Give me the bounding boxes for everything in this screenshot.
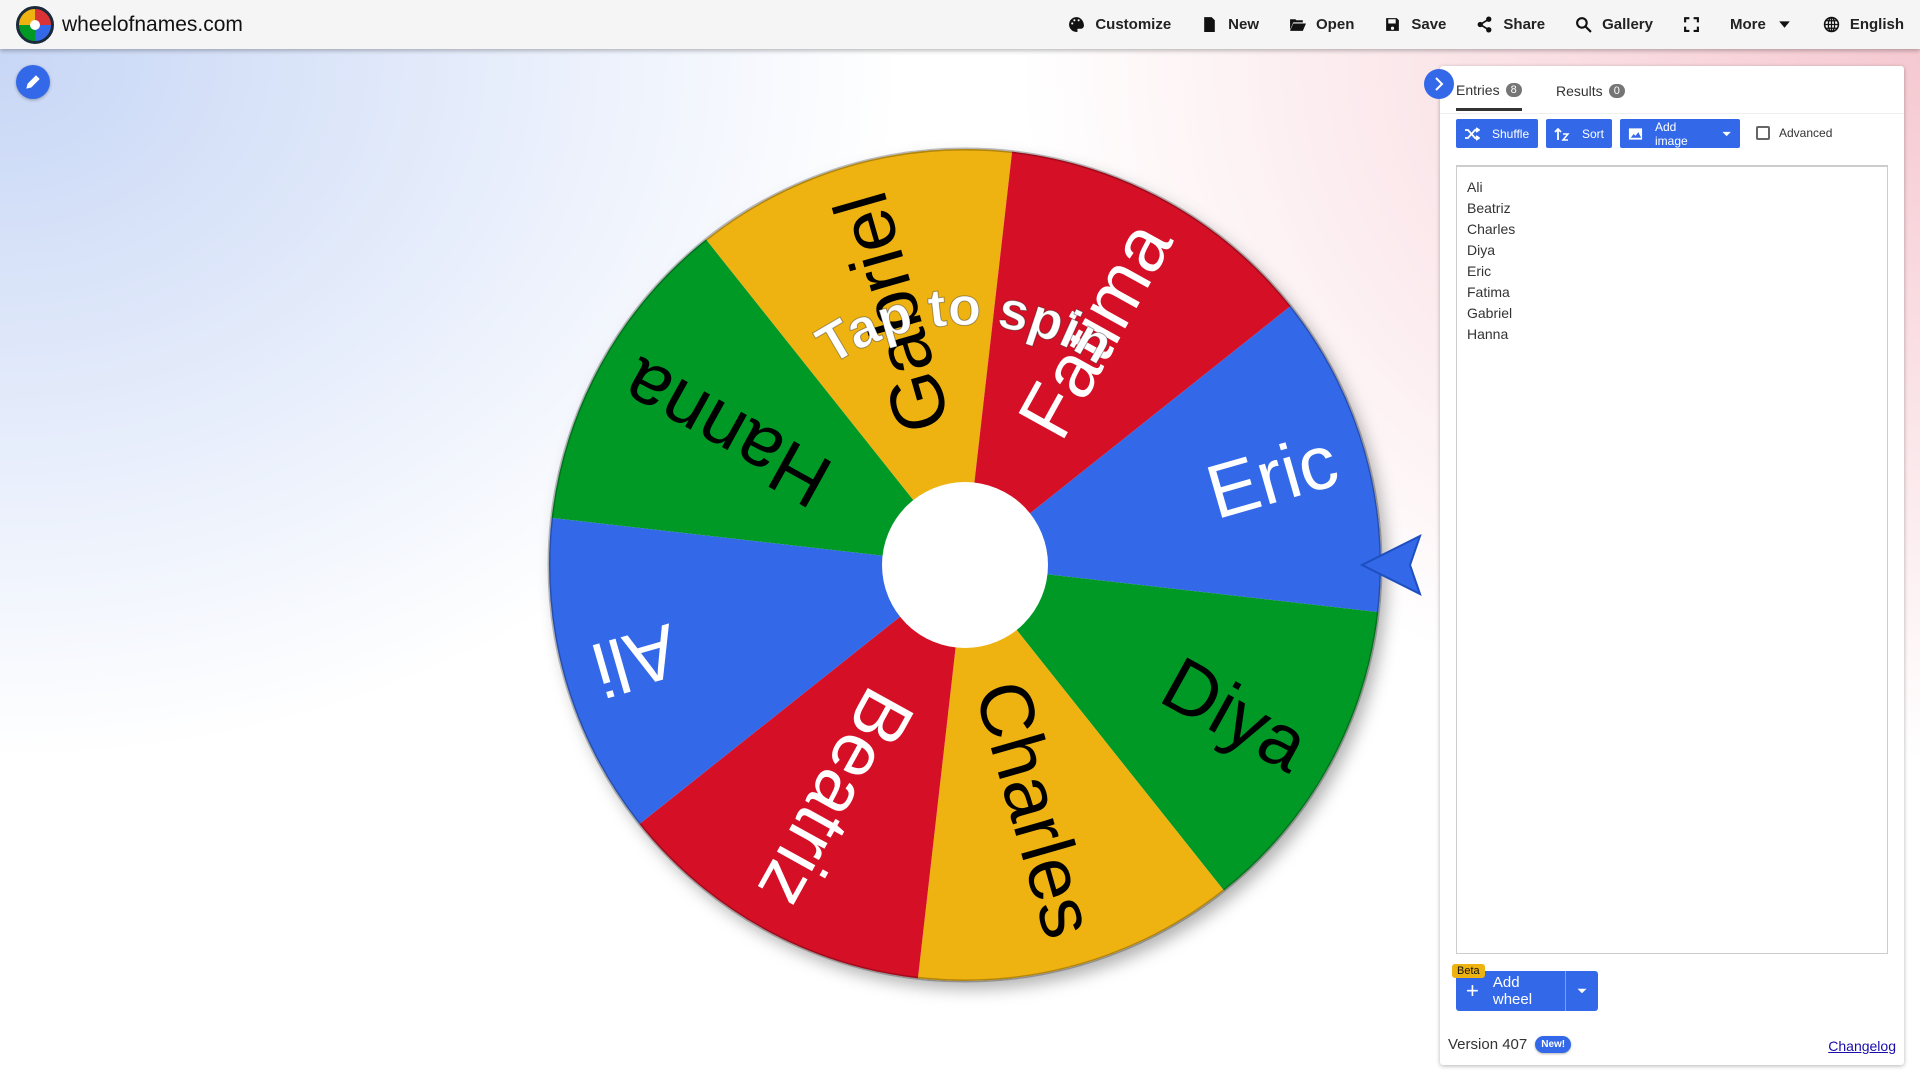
advanced-checkbox[interactable]: Advanced (1756, 126, 1832, 140)
tab-entries[interactable]: Entries 8 (1456, 76, 1522, 111)
caret-down-icon (1722, 131, 1731, 136)
shuffle-icon (1465, 126, 1480, 141)
caret-down-icon (1577, 988, 1587, 994)
changelog-link[interactable]: Changelog (1828, 1038, 1896, 1054)
share-icon (1478, 16, 1492, 33)
caret-down-icon (1779, 21, 1790, 28)
save-button[interactable]: Save (1384, 16, 1446, 33)
more-button[interactable]: More (1730, 16, 1793, 33)
logo-icon[interactable] (16, 6, 54, 44)
palette-icon (1069, 17, 1085, 32)
new-badge[interactable]: New! (1535, 1036, 1572, 1053)
folder-open-icon (1290, 19, 1307, 31)
tab-results[interactable]: Results 0 (1556, 76, 1625, 106)
wheel[interactable]: EricDiyaCharlesBeatrizAliHannaGabriel Fat… (0, 0, 1440, 1080)
version-info: Version 407 New! (1448, 1036, 1572, 1053)
checkbox-box[interactable] (1756, 126, 1770, 140)
globe-icon (1823, 16, 1840, 33)
shuffle-button[interactable]: Shuffle (1456, 119, 1538, 148)
top-menu: Customize New Open Save Share Gallery Mo… (1068, 0, 1904, 49)
wheel-center[interactable] (882, 482, 1048, 648)
chevron-right-icon (1435, 77, 1444, 91)
collapse-panel-button[interactable] (1424, 69, 1454, 99)
fullscreen-icon (1684, 17, 1699, 32)
save-icon (1386, 18, 1400, 31)
search-icon (1576, 17, 1592, 33)
new-button[interactable]: New (1201, 16, 1259, 33)
plus-icon: + (1466, 978, 1479, 1003)
entries-count-badge: 8 (1505, 83, 1522, 97)
file-icon (1204, 17, 1215, 32)
language-button[interactable]: English (1823, 16, 1904, 33)
entries-panel: Entries 8 Results 0 Shuffle Sort Add image… (1440, 66, 1904, 1065)
gallery-button[interactable]: Gallery (1575, 16, 1653, 33)
sort-icon (1554, 127, 1570, 141)
results-count-badge: 0 (1608, 84, 1625, 98)
sort-button[interactable]: Sort (1546, 119, 1612, 148)
share-button[interactable]: Share (1476, 16, 1545, 33)
entries-textarea[interactable]: Ali Beatriz Charles Diya Eric Fatima Gab… (1456, 165, 1888, 954)
fullscreen-button[interactable] (1683, 16, 1700, 33)
beta-badge: Beta (1452, 964, 1485, 978)
add-image-button[interactable]: Add image (1620, 119, 1740, 148)
add-wheel-dropdown[interactable] (1566, 985, 1598, 997)
customize-button[interactable]: Customize (1068, 16, 1171, 33)
top-bar: wheelofnames.com Customize New Open Save… (0, 0, 1920, 49)
image-icon (1628, 127, 1643, 140)
tab-divider (1440, 113, 1904, 114)
open-button[interactable]: Open (1289, 16, 1354, 33)
site-title[interactable]: wheelofnames.com (62, 13, 243, 37)
